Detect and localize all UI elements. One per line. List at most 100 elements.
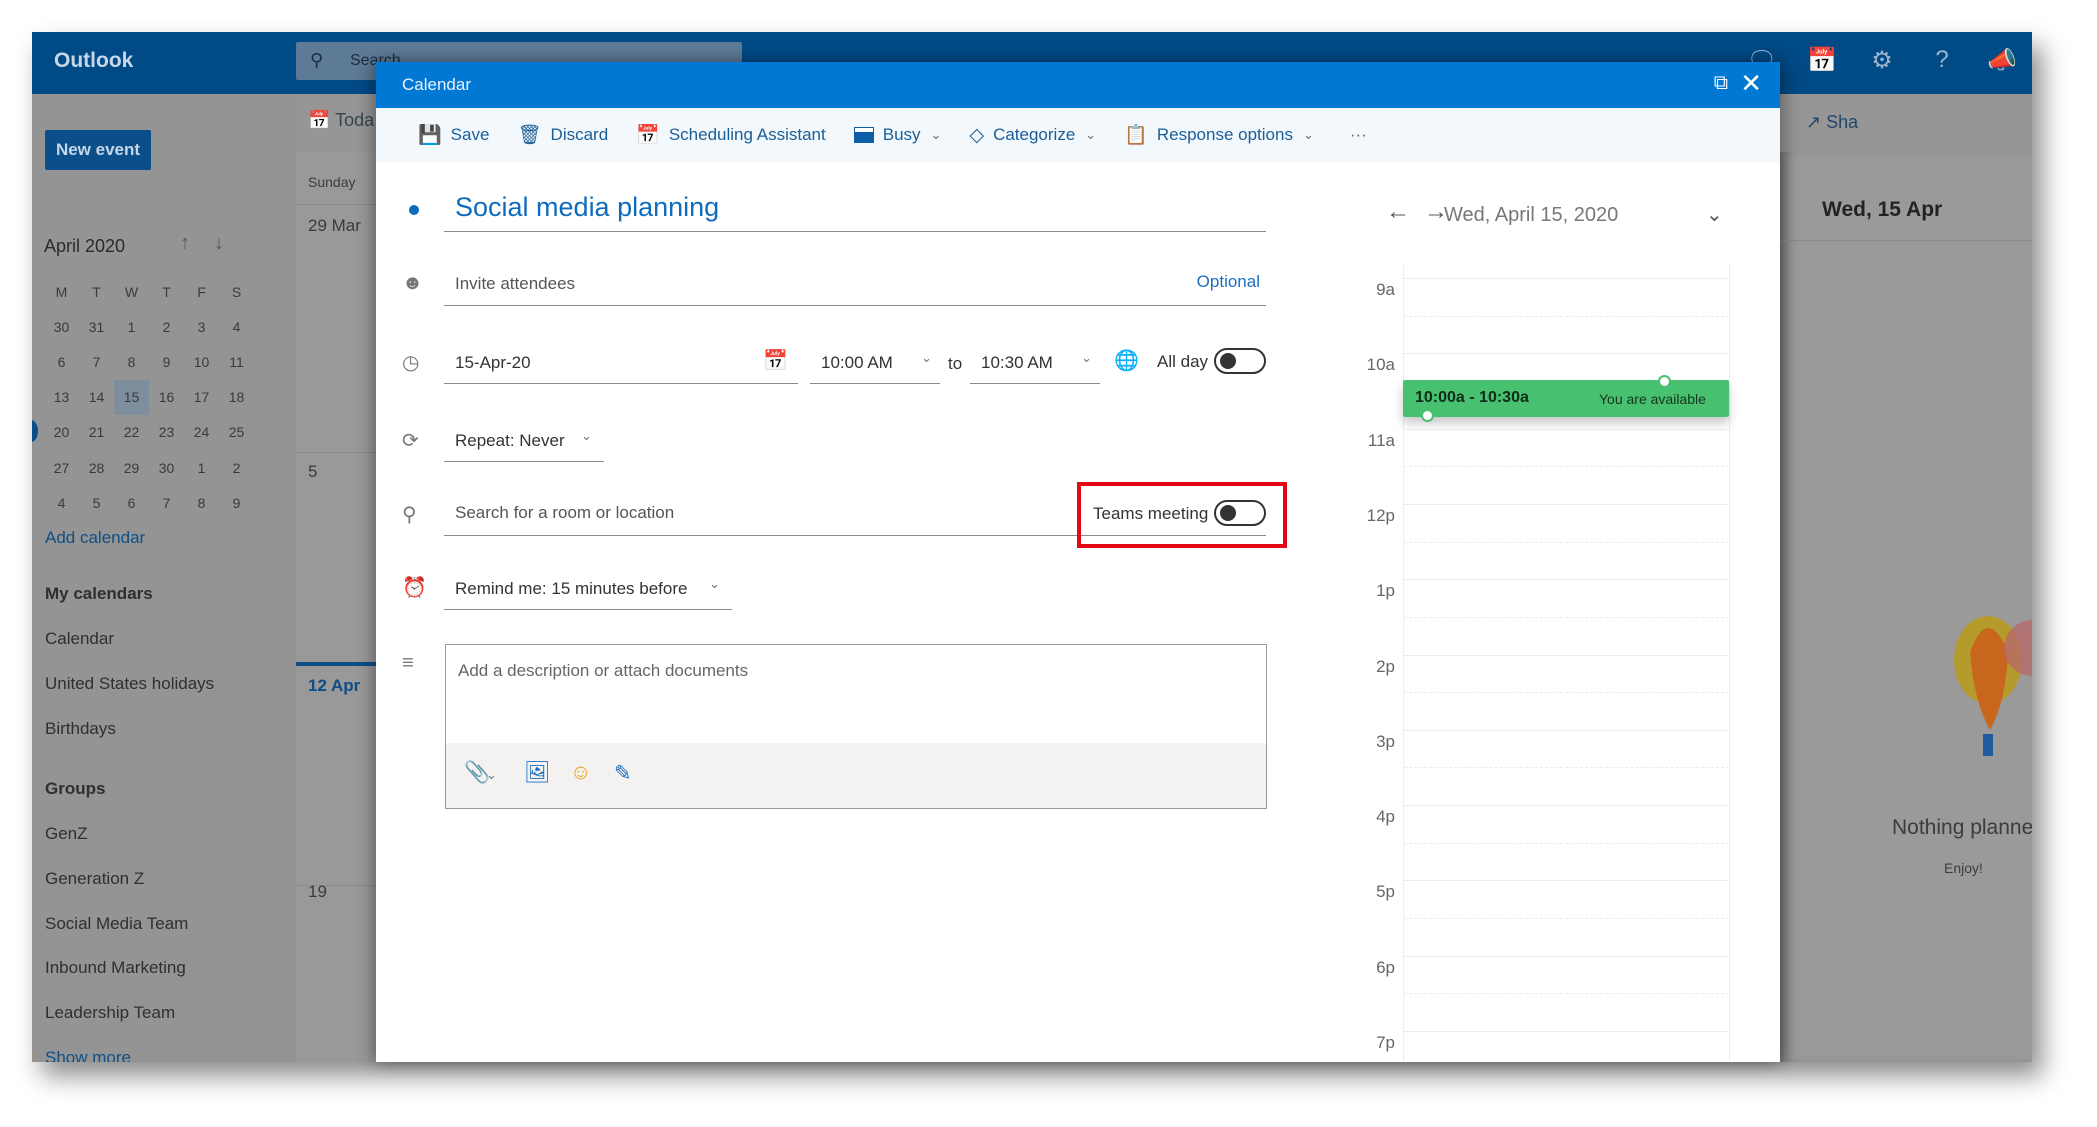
groups-heading[interactable]: Groups xyxy=(45,779,105,799)
categorize-dropdown[interactable]: ◇ Categorize ⌄ xyxy=(969,124,1096,147)
mini-calendar-day[interactable]: 1 xyxy=(114,309,149,344)
trash-icon: 🗑 xyxy=(517,125,542,146)
mini-calendar-day[interactable]: 25 xyxy=(219,415,254,450)
busy-status-icon xyxy=(853,127,874,143)
arrow-down-icon[interactable]: ↓ xyxy=(214,232,224,255)
mini-calendar-day[interactable]: 14 xyxy=(79,380,114,415)
week-start-4[interactable]: 19 xyxy=(308,882,327,902)
repeat-dropdown[interactable]: Repeat: Never ⌄ xyxy=(444,418,604,462)
my-calendars-heading[interactable]: My calendars xyxy=(45,584,153,604)
sidebar-item-genz[interactable]: GenZ xyxy=(45,824,88,844)
show-more-link[interactable]: Show more xyxy=(45,1048,131,1062)
mini-calendar-day[interactable]: 11 xyxy=(219,344,254,379)
week-start-3[interactable]: 12 Apr xyxy=(308,676,360,696)
resize-handle-bottom[interactable] xyxy=(1421,409,1434,422)
more-options-button[interactable]: ··· xyxy=(1350,125,1367,145)
mini-calendar-day[interactable]: 7 xyxy=(149,485,184,520)
description-editor[interactable]: Add a description or attach documents 📎 … xyxy=(445,644,1267,809)
week-start-2[interactable]: 5 xyxy=(308,462,317,482)
mini-calendar-day[interactable]: 30 xyxy=(149,450,184,485)
mini-calendar-day[interactable]: 17 xyxy=(184,380,219,415)
hour-gridline xyxy=(1404,1031,1729,1032)
gear-icon[interactable]: ⚙ xyxy=(1852,46,1912,75)
date-picker[interactable]: 15-Apr-20 📅 xyxy=(444,340,798,384)
event-title-input[interactable]: Social media planning xyxy=(444,192,1266,232)
hour-gridline xyxy=(1404,503,1729,505)
discard-button[interactable]: 🗑 Discard xyxy=(517,123,608,147)
mini-calendar-day[interactable]: 9 xyxy=(219,485,254,520)
scheduler-date[interactable]: Wed, April 15, 2020 xyxy=(1444,204,1618,227)
mini-calendar-day[interactable]: 28 xyxy=(79,450,114,485)
mini-calendar-day[interactable]: 21 xyxy=(79,415,114,450)
mini-calendar-day[interactable]: 5 xyxy=(79,485,114,520)
mini-calendar-day[interactable]: 9 xyxy=(149,344,184,379)
mini-calendar-day[interactable]: 7 xyxy=(79,344,114,379)
resize-handle-top[interactable] xyxy=(1658,375,1671,388)
mini-calendar-day[interactable]: 24 xyxy=(184,415,219,450)
share-icon: ↗ xyxy=(1806,112,1827,132)
calendar-check-icon[interactable]: 📅 xyxy=(1792,46,1852,75)
mini-calendar-day[interactable]: 4 xyxy=(219,309,254,344)
mini-calendar-day[interactable]: 30 xyxy=(44,309,79,344)
mini-calendar-day[interactable]: 13 xyxy=(44,380,79,415)
close-icon[interactable]: ✕ xyxy=(1740,68,1762,99)
mini-calendar-day[interactable]: 23 xyxy=(149,415,184,450)
globe-timezone-icon[interactable]: 🌐 xyxy=(1114,348,1139,373)
mini-calendar-day[interactable]: 16 xyxy=(149,380,184,415)
sidebar-item-inbound-marketing[interactable]: Inbound Marketing xyxy=(45,958,186,978)
new-event-button[interactable]: New event xyxy=(45,130,151,170)
sidebar-item-us-holidays[interactable]: United States holidays xyxy=(45,674,214,694)
format-eraser-icon[interactable]: ✎ xyxy=(614,761,632,786)
mini-calendar-day[interactable]: 6 xyxy=(114,485,149,520)
calendar-icon[interactable]: 📅 xyxy=(763,348,788,373)
share-button[interactable]: ↗ Sha xyxy=(1806,112,1858,133)
mini-calendar-day[interactable]: 2 xyxy=(149,309,184,344)
hour-label: 12p xyxy=(1366,505,1395,525)
emoji-icon[interactable]: ☺ xyxy=(570,761,591,785)
sidebar-item-generation-z[interactable]: Generation Z xyxy=(45,869,144,889)
mini-calendar-day[interactable]: 29 xyxy=(114,450,149,485)
chevron-down-icon: ⌄ xyxy=(1081,350,1092,365)
pop-out-icon[interactable]: ⧉ xyxy=(1714,72,1728,95)
save-button[interactable]: 💾 Save xyxy=(418,123,489,147)
mini-calendar-day[interactable]: 3 xyxy=(184,309,219,344)
chevron-down-icon[interactable]: ⌄ xyxy=(486,767,497,783)
help-icon[interactable]: ? xyxy=(1912,46,1972,75)
app-logo[interactable]: Outlook xyxy=(54,49,133,73)
all-day-toggle[interactable] xyxy=(1214,348,1266,374)
scheduled-event-block[interactable]: 10:00a - 10:30a You are available xyxy=(1403,375,1729,422)
week-start-1[interactable]: 29 Mar xyxy=(308,216,361,236)
mini-calendar-day[interactable]: 15 xyxy=(114,379,149,415)
mini-calendar-day[interactable]: 20 xyxy=(44,415,79,450)
sidebar-item-calendar[interactable]: Calendar xyxy=(45,629,114,649)
mini-calendar-day[interactable]: 2 xyxy=(219,450,254,485)
reminder-dropdown[interactable]: Remind me: 15 minutes before ⌄ xyxy=(444,566,732,610)
sidebar-item-leadership-team[interactable]: Leadership Team xyxy=(45,1003,175,1023)
mini-calendar-day[interactable]: 22 xyxy=(114,415,149,450)
sidebar-item-social-media-team[interactable]: Social Media Team xyxy=(45,914,188,934)
chevron-down-icon[interactable]: ⌄ xyxy=(1706,202,1723,227)
scheduling-assistant-button[interactable]: 📅 Scheduling Assistant xyxy=(636,123,826,147)
today-button[interactable]: 📅 Toda xyxy=(308,110,374,131)
megaphone-icon[interactable]: 📣 xyxy=(1972,46,2032,75)
sidebar-item-birthdays[interactable]: Birthdays xyxy=(45,719,116,739)
mini-calendar-day[interactable]: 1 xyxy=(184,450,219,485)
response-options-dropdown[interactable]: 📋 Response options ⌄ xyxy=(1124,123,1314,147)
mini-calendar-day[interactable]: 8 xyxy=(114,344,149,379)
mini-calendar-day[interactable]: 18 xyxy=(219,380,254,415)
previous-day-arrow-icon[interactable]: ← xyxy=(1386,198,1410,226)
mini-calendar-day[interactable]: 31 xyxy=(79,309,114,344)
busy-dropdown[interactable]: Busy ⌄ xyxy=(853,125,941,145)
image-icon[interactable]: 🖼 xyxy=(524,761,551,785)
optional-attendees-link[interactable]: Optional xyxy=(1197,272,1260,292)
mini-calendar-day[interactable]: 6 xyxy=(44,344,79,379)
mini-calendar-day[interactable]: 4 xyxy=(44,485,79,520)
add-calendar-link[interactable]: Add calendar xyxy=(45,528,145,548)
mini-calendar-day[interactable]: 8 xyxy=(184,485,219,520)
invite-attendees-input[interactable]: Invite attendees Optional xyxy=(444,262,1266,306)
mini-calendar-day[interactable]: 27 xyxy=(44,450,79,485)
arrow-up-icon[interactable]: ↑ xyxy=(180,232,190,255)
end-time-dropdown[interactable]: 10:30 AM ⌄ xyxy=(970,340,1100,384)
mini-calendar-day[interactable]: 10 xyxy=(184,344,219,379)
start-time-dropdown[interactable]: 10:00 AM ⌄ xyxy=(810,340,940,384)
